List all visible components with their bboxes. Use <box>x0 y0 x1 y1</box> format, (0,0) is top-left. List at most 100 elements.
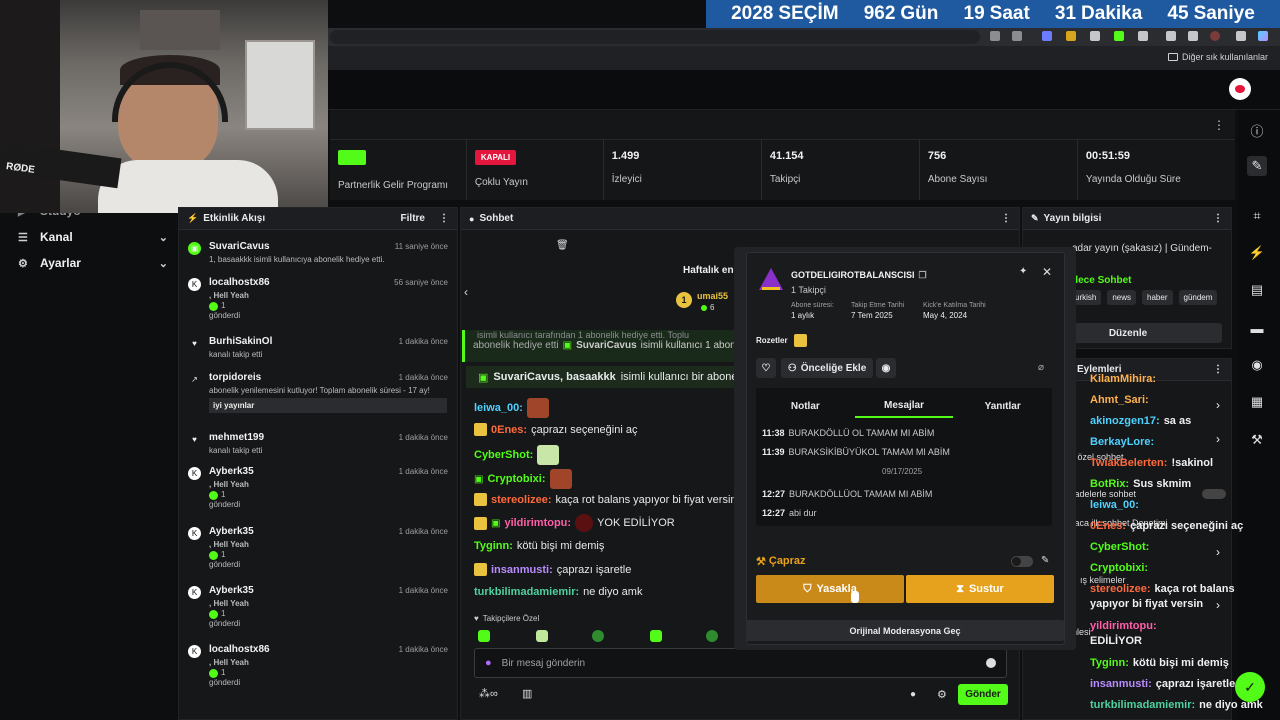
more-icon[interactable]: ⋮ <box>1001 213 1011 224</box>
tab-messages[interactable]: Mesajlar <box>854 394 954 418</box>
send-button[interactable]: Gönder <box>958 684 1008 705</box>
edit-icon[interactable]: ✎ <box>1247 156 1267 176</box>
activity-user[interactable]: Ayberk35 <box>209 585 254 596</box>
emote-icon[interactable] <box>478 630 490 642</box>
crop-icon[interactable]: ⌗ <box>1247 206 1267 226</box>
chat-username[interactable]: Tyginn: <box>474 540 513 552</box>
more-icon[interactable]: ⋮ <box>1213 213 1223 224</box>
ban-button[interactable]: ⛉ Yasakla <box>756 575 904 603</box>
activity-item[interactable]: K Ayberk35 1 dakika önce , Hell Yeah 1 gönder… <box>184 466 454 522</box>
document-icon[interactable]: ▤ <box>1247 280 1267 300</box>
eye-icon[interactable]: ◉ <box>876 358 896 378</box>
extension-icon[interactable] <box>1138 31 1148 41</box>
extension-icon[interactable] <box>1090 31 1100 41</box>
emote-icon[interactable] <box>706 630 718 642</box>
emoji-icon[interactable] <box>986 658 996 668</box>
chat-username[interactable]: CyberShot: <box>474 449 533 461</box>
more-icon[interactable]: ⋮ <box>439 213 449 224</box>
other-bookmarks[interactable]: Diğer sık kullanılanlar <box>1167 52 1268 62</box>
extension-icon[interactable] <box>1066 31 1076 41</box>
menu-icon[interactable] <box>1236 31 1246 41</box>
chat-icon[interactable]: ▬ <box>1247 318 1267 338</box>
stat-multistream[interactable]: KAPALI Çoklu Yayın <box>467 140 604 200</box>
chat-username[interactable]: yildirimtopu: <box>504 517 571 529</box>
chat-bubble-icon[interactable]: ● <box>910 689 916 700</box>
activity-item[interactable]: Klocalhostx86 56 saniye önce , Hell Yeah 1 g… <box>184 277 454 333</box>
chat-message[interactable]: Tyginn: kötü bişi mi demiş <box>474 540 604 552</box>
trash-icon[interactable]: 🗑 <box>556 240 569 251</box>
activity-user[interactable]: localhostx86 <box>209 277 270 288</box>
activity-user[interactable]: Ayberk35 <box>209 466 254 477</box>
broadcast-icon[interactable]: ◉ <box>1247 355 1267 375</box>
activity-user[interactable]: torpidoreis <box>209 372 261 383</box>
layout-icon[interactable]: ▦ <box>1247 392 1267 412</box>
emote-icon[interactable] <box>650 630 662 642</box>
activity-item[interactable]: K Ayberk35 1 dakika önce , Hell Yeah 1 gönder… <box>184 526 454 582</box>
sidebar-item-channel[interactable]: ☰ Kanal ⌄ <box>18 230 168 244</box>
activity-item[interactable]: Klocalhostx86 1 dakika önce , Hell Yeah 1 gö… <box>184 644 454 700</box>
chat-message[interactable]: CyberShot: <box>474 445 563 465</box>
chat-message[interactable]: turkbilimadamiemir: ne diyo amk <box>474 586 642 598</box>
chat-message[interactable]: stereolizee: kaça rot balans yapıyor bi f… <box>474 493 737 506</box>
chat-message[interactable]: ▣ Cryptobixi: <box>474 469 576 489</box>
more-icon[interactable]: ⋮ <box>1213 118 1225 132</box>
tab-replies[interactable]: Yanıtlar <box>953 394 1052 418</box>
star-icon[interactable] <box>1012 31 1022 41</box>
chat-message[interactable]: ▣ yildirimtopu: YOK EDİLİYOR <box>474 514 675 532</box>
chat-username[interactable]: Cryptobixi: <box>487 473 545 485</box>
tag[interactable]: news <box>1107 290 1137 305</box>
activity-user[interactable]: BurhiSakinOl <box>209 336 272 347</box>
favorites-icon[interactable] <box>1166 31 1176 41</box>
chat-input[interactable]: ● Bir mesaj gönderin <box>474 648 1007 678</box>
wrench-icon[interactable]: ⚒ <box>1247 430 1267 450</box>
chat-message[interactable]: insanmusti: çaprazı işaretle <box>474 563 631 576</box>
sidebar-item-settings[interactable]: ⚙ Ayarlar ⌄ <box>18 256 168 270</box>
gear-icon[interactable]: ⚙ <box>937 688 947 701</box>
chat-username[interactable]: turkbilimadamiemir: <box>474 586 579 598</box>
user-avatar[interactable] <box>1229 78 1251 100</box>
pencil-icon[interactable]: ✎ <box>1041 555 1049 566</box>
shield-icon[interactable] <box>1188 31 1198 41</box>
chevron-right-icon[interactable]: › <box>1216 545 1220 559</box>
chat-username[interactable]: stereolizee: <box>491 494 552 506</box>
activity-user[interactable]: Ayberk35 <box>209 526 254 537</box>
pin-icon[interactable]: ✦ <box>1019 266 1027 277</box>
heart-icon[interactable]: ♡ <box>756 358 776 378</box>
address-bar[interactable] <box>330 30 980 44</box>
activity-user[interactable]: SuvariCavus <box>209 241 270 252</box>
copy-icon[interactable]: ❐ <box>919 270 927 281</box>
extension-icon[interactable] <box>1042 31 1052 41</box>
action-item[interactable]: ifadelerle sohbet <box>1070 489 1136 499</box>
chat-username[interactable]: insanmusti: <box>491 564 553 576</box>
chat-username[interactable]: 0Enes: <box>491 424 527 436</box>
add-priority-button[interactable]: ⚇ Önceliğe Ekle <box>781 358 873 378</box>
filter-button[interactable]: Filtre <box>401 213 425 224</box>
chat-message[interactable]: leiwa_00: <box>474 398 553 418</box>
store-icon[interactable]: ▥ <box>522 687 532 700</box>
tag[interactable]: haber <box>1142 290 1173 305</box>
stream-category[interactable]: dece Sohbet <box>1072 275 1131 286</box>
more-icon[interactable]: ⋮ <box>1213 364 1223 375</box>
mic-off-icon[interactable]: ⌀ <box>1038 362 1044 373</box>
lightning-icon[interactable]: ⚡ <box>1247 243 1267 263</box>
activity-item[interactable]: K Ayberk35 1 dakika önce , Hell Yeah 1 gönder… <box>184 585 454 641</box>
activity-user[interactable]: localhostx86 <box>209 644 270 655</box>
info-icon[interactable]: ⓘ <box>1247 120 1267 140</box>
close-icon[interactable]: ✕ <box>1042 265 1052 279</box>
original-moderation-button[interactable]: Orijinal Moderasyona Geç <box>746 620 1064 641</box>
points-icon[interactable]: ⁂∞ <box>479 687 498 700</box>
tag[interactable]: gündem <box>1178 290 1218 305</box>
emote-icon[interactable] <box>536 630 548 642</box>
chevron-right-icon[interactable]: › <box>1216 398 1220 412</box>
capraz-toggle[interactable] <box>1011 556 1033 567</box>
read-aloud-icon[interactable] <box>990 31 1000 41</box>
chat-fab[interactable]: ✓ <box>1235 672 1265 702</box>
profile-avatar[interactable] <box>1210 31 1220 41</box>
activity-item[interactable]: ↗ torpidoreis 1 dakika önce abonelik yenile… <box>184 372 454 428</box>
chevron-left-icon[interactable]: ‹ <box>464 285 468 299</box>
extension-icon[interactable] <box>1114 31 1124 41</box>
chat-message[interactable]: 0Enes: çaprazı seçeneğini aç <box>474 423 637 436</box>
chevron-right-icon[interactable]: › <box>1216 598 1220 612</box>
weekly-top-user[interactable]: umai55 <box>697 291 728 301</box>
chevron-right-icon[interactable]: › <box>1216 432 1220 446</box>
